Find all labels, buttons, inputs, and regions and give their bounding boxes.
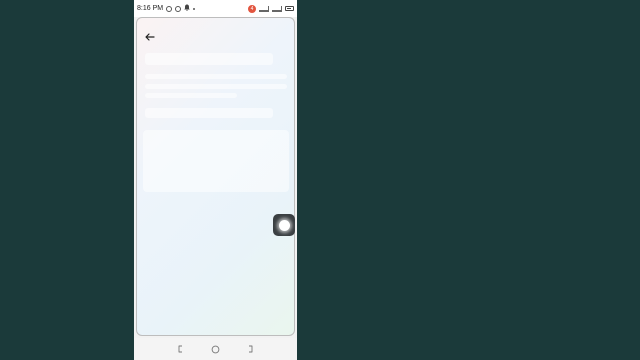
assistive-touch-inner <box>278 219 290 231</box>
loading-line-placeholder <box>145 84 287 89</box>
signal-icon <box>259 5 269 12</box>
location-icon <box>166 5 173 12</box>
arrow-left-icon[interactable] <box>144 31 156 43</box>
notification-badge: 4 <box>248 4 256 13</box>
app-screen <box>136 17 295 336</box>
back-nav-icon[interactable] <box>176 344 186 354</box>
signal-icon-2 <box>272 5 282 12</box>
navigation-bar <box>134 338 297 360</box>
loading-card-placeholder <box>143 130 289 192</box>
phone-frame: 8:16 PM 4 <box>134 0 297 360</box>
loading-title-placeholder <box>145 53 273 65</box>
circle-icon <box>175 5 182 12</box>
loading-line-placeholder <box>145 93 237 98</box>
status-time: 8:16 PM <box>137 5 164 12</box>
loading-subtitle-placeholder <box>145 108 273 118</box>
battery-icon <box>285 6 294 11</box>
bell-icon <box>184 4 190 13</box>
dot-icon <box>193 7 196 10</box>
loading-line-placeholder <box>145 74 287 79</box>
status-bar: 8:16 PM 4 <box>134 0 297 17</box>
recents-nav-icon[interactable] <box>245 344 255 354</box>
home-nav-icon[interactable] <box>210 344 220 354</box>
assistive-touch-icon[interactable] <box>273 214 295 236</box>
